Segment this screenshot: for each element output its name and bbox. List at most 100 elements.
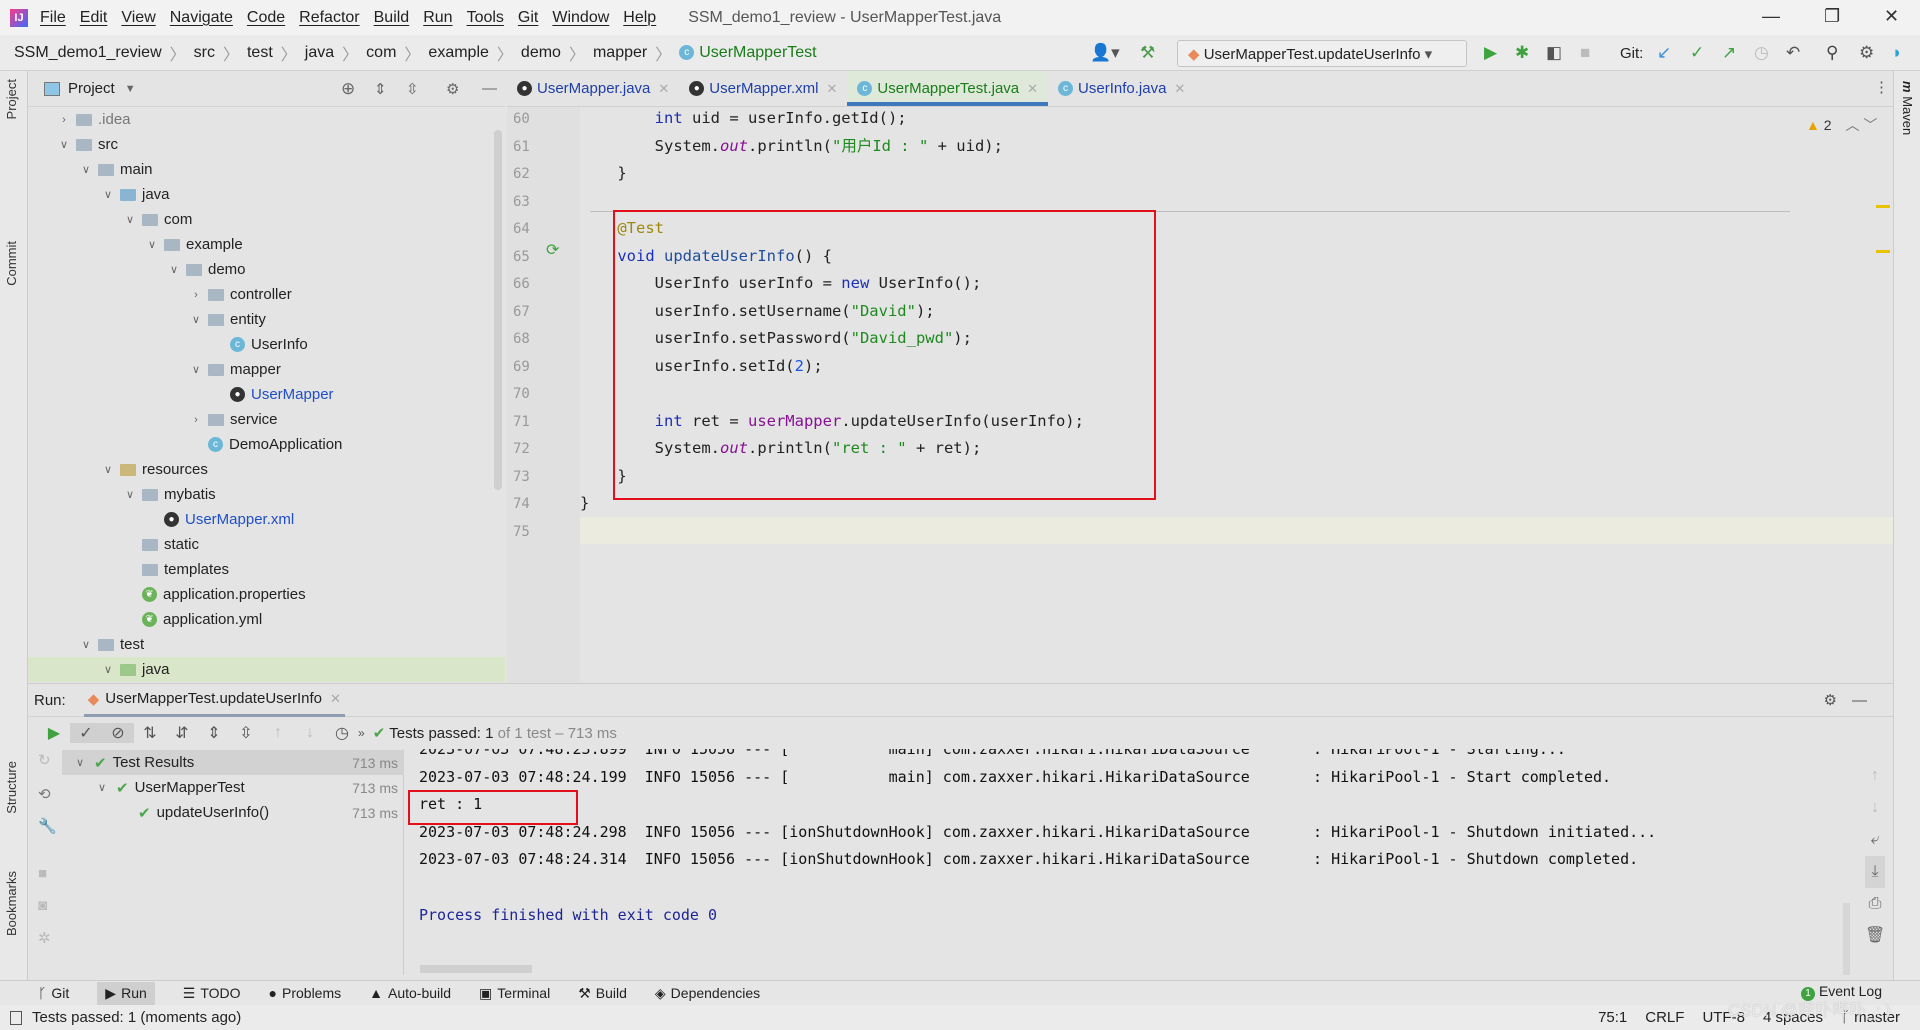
tree-item[interactable]: c UserInfo bbox=[28, 332, 505, 357]
chevron-down-icon[interactable]: ∨ bbox=[122, 488, 138, 501]
chevron-right-icon[interactable]: › bbox=[56, 114, 72, 126]
breadcrumb-item[interactable]: example bbox=[428, 44, 488, 62]
tree-item[interactable]: › controller bbox=[28, 282, 505, 307]
stop-icon[interactable]: ■ bbox=[38, 865, 47, 882]
menu-refactor[interactable]: Refactor bbox=[299, 9, 359, 27]
run-icon[interactable]: ▶ bbox=[1484, 43, 1497, 63]
breadcrumb-item[interactable]: SSM_demo1_review bbox=[14, 44, 162, 62]
tree-item[interactable]: ● UserMapper.xml bbox=[28, 507, 505, 532]
close-tab-icon[interactable]: ✕ bbox=[658, 81, 669, 97]
chevron-down-icon[interactable]: ∨ bbox=[72, 756, 88, 769]
chevron-down-icon[interactable]: ∨ bbox=[100, 663, 116, 676]
tree-item[interactable]: › .idea bbox=[28, 107, 505, 132]
minimize-button[interactable]: — bbox=[1762, 6, 1780, 27]
tree-item[interactable]: ∨ main bbox=[28, 157, 505, 182]
trash-icon[interactable]: 🗑 bbox=[1865, 920, 1885, 952]
test-tree-item[interactable]: ✔ updateUserInfo() 713 ms bbox=[62, 800, 404, 825]
print-icon[interactable]: ⎙ bbox=[1865, 888, 1885, 920]
tree-item[interactable]: ∨ src bbox=[28, 132, 505, 157]
build-hammer-icon[interactable]: ⚒ bbox=[1140, 43, 1155, 63]
gear-icon[interactable]: ⚙ bbox=[446, 80, 459, 98]
git-commit-icon[interactable]: ✓ bbox=[1690, 43, 1704, 63]
scroll-to-end-icon[interactable]: ⤓ bbox=[1865, 856, 1885, 888]
coverage-icon[interactable]: ◧ bbox=[1546, 43, 1562, 63]
menu-edit[interactable]: Edit bbox=[80, 9, 108, 27]
breadcrumb-item[interactable]: demo bbox=[521, 44, 561, 62]
toggle-auto-test-icon[interactable]: ⟲ bbox=[38, 785, 51, 803]
menu-tools[interactable]: Tools bbox=[467, 9, 504, 27]
chevron-down-icon[interactable]: ∨ bbox=[100, 463, 116, 476]
breadcrumb-item[interactable]: src bbox=[194, 44, 215, 62]
wrench-icon[interactable]: 🔧 bbox=[38, 817, 57, 835]
tool-window-todo[interactable]: ☰ TODO bbox=[183, 985, 241, 1002]
structure-tool-tab[interactable]: Structure bbox=[4, 761, 19, 814]
tree-item[interactable]: ❦ application.yml bbox=[28, 607, 505, 632]
tab-usermapper-java[interactable]: ● UserMapper.java ✕ bbox=[507, 71, 679, 106]
hide-panel-icon[interactable]: — bbox=[482, 80, 497, 97]
chevron-down-icon[interactable]: ∨ bbox=[188, 313, 204, 326]
console-output[interactable]: 2023-07-03 07:48:23.899 INFO 15056 --- [… bbox=[405, 749, 1845, 975]
expand-all-icon[interactable]: ⇕ bbox=[374, 80, 387, 98]
tree-item[interactable]: ∨ mapper bbox=[28, 357, 505, 382]
screenshot-icon[interactable]: ◙ bbox=[38, 897, 47, 914]
tree-item[interactable]: ∨ com bbox=[28, 207, 505, 232]
chevron-right-icon[interactable]: › bbox=[188, 289, 204, 301]
menu-code[interactable]: Code bbox=[247, 9, 285, 27]
debug-icon[interactable]: ✱ bbox=[1515, 43, 1529, 63]
chevron-down-icon[interactable]: ∨ bbox=[56, 138, 72, 151]
menu-help[interactable]: Help bbox=[623, 9, 656, 27]
rollback-icon[interactable]: ↶ bbox=[1786, 43, 1800, 63]
tool-window-dependencies[interactable]: ◈ Dependencies bbox=[655, 985, 760, 1002]
chevron-down-icon[interactable]: ∨ bbox=[166, 263, 182, 276]
menu-build[interactable]: Build bbox=[374, 9, 410, 27]
tool-window-git[interactable]: ᚴ Git bbox=[38, 985, 69, 1001]
run-test-gutter-icon[interactable]: ⟳ bbox=[546, 240, 559, 260]
tab-usermappertest-java[interactable]: c UserMapperTest.java ✕ bbox=[847, 71, 1049, 106]
line-separator[interactable]: CRLF bbox=[1645, 1009, 1684, 1026]
close-tab-icon[interactable]: ✕ bbox=[1027, 81, 1038, 97]
chevron-right-icon[interactable]: › bbox=[188, 414, 204, 426]
tree-item[interactable]: ∨ resources bbox=[28, 457, 505, 482]
sort-alpha-icon[interactable]: ⇅ bbox=[134, 723, 166, 743]
project-tree-scrollbar[interactable] bbox=[494, 130, 502, 490]
breadcrumb-item[interactable]: com bbox=[366, 44, 396, 62]
tree-item[interactable]: › service bbox=[28, 407, 505, 432]
breadcrumb-item[interactable]: test bbox=[247, 44, 273, 62]
menu-view[interactable]: View bbox=[121, 9, 155, 27]
commit-tool-tab[interactable]: Commit bbox=[4, 241, 19, 286]
breadcrumb-item[interactable]: java bbox=[305, 44, 334, 62]
history-icon[interactable]: ◷ bbox=[326, 723, 358, 743]
more-icon[interactable]: » bbox=[358, 726, 365, 740]
locate-icon[interactable]: ⊕ bbox=[341, 79, 355, 99]
run-tab[interactable]: ◆ UserMapperTest.updateUserInfo ✕ bbox=[83, 684, 345, 717]
gear-icon[interactable]: ⚙ bbox=[1824, 691, 1837, 709]
close-tab-icon[interactable]: ✕ bbox=[827, 81, 838, 97]
search-icon[interactable]: ⚲ bbox=[1826, 43, 1838, 63]
tree-item[interactable]: ∨ java bbox=[28, 182, 505, 207]
toolbox-icon[interactable]: ◗ bbox=[1892, 43, 1902, 63]
project-view-select[interactable]: Project bbox=[68, 80, 115, 97]
tree-item[interactable]: templates bbox=[28, 557, 505, 582]
chevron-down-icon[interactable]: ∨ bbox=[78, 638, 94, 651]
next-icon[interactable]: ↓ bbox=[294, 724, 326, 742]
close-tab-icon[interactable]: ✕ bbox=[1174, 81, 1185, 97]
tree-item[interactable]: static bbox=[28, 532, 505, 557]
run-configuration-select[interactable]: ◆ UserMapperTest.updateUserInfo ▾ bbox=[1177, 40, 1467, 67]
close-button[interactable]: ✕ bbox=[1884, 6, 1899, 27]
menu-file[interactable]: File bbox=[40, 9, 66, 27]
tree-item[interactable]: ● UserMapper bbox=[28, 382, 505, 407]
collapse-all-icon[interactable]: ⇳ bbox=[406, 80, 419, 98]
tab-usermapper-xml[interactable]: ● UserMapper.xml ✕ bbox=[679, 71, 847, 106]
tab-userinfo-java[interactable]: c UserInfo.java ✕ bbox=[1048, 71, 1195, 106]
tree-item[interactable]: c DemoApplication bbox=[28, 432, 505, 457]
menu-navigate[interactable]: Navigate bbox=[170, 9, 233, 27]
tool-window-run[interactable]: ▶ Run bbox=[97, 981, 155, 1005]
tree-item[interactable]: ∨ demo bbox=[28, 257, 505, 282]
more-tabs-icon[interactable]: ⋮ bbox=[1874, 78, 1889, 96]
test-tree-item[interactable]: ∨ ✔ Test Results 713 ms bbox=[62, 750, 404, 775]
menu-run[interactable]: Run bbox=[423, 9, 452, 27]
chevron-down-icon[interactable]: ∨ bbox=[94, 781, 110, 794]
close-tab-icon[interactable]: ✕ bbox=[330, 691, 341, 707]
up-icon[interactable]: ↑ bbox=[1865, 760, 1885, 792]
breadcrumb-item[interactable]: UserMapperTest bbox=[699, 44, 816, 62]
